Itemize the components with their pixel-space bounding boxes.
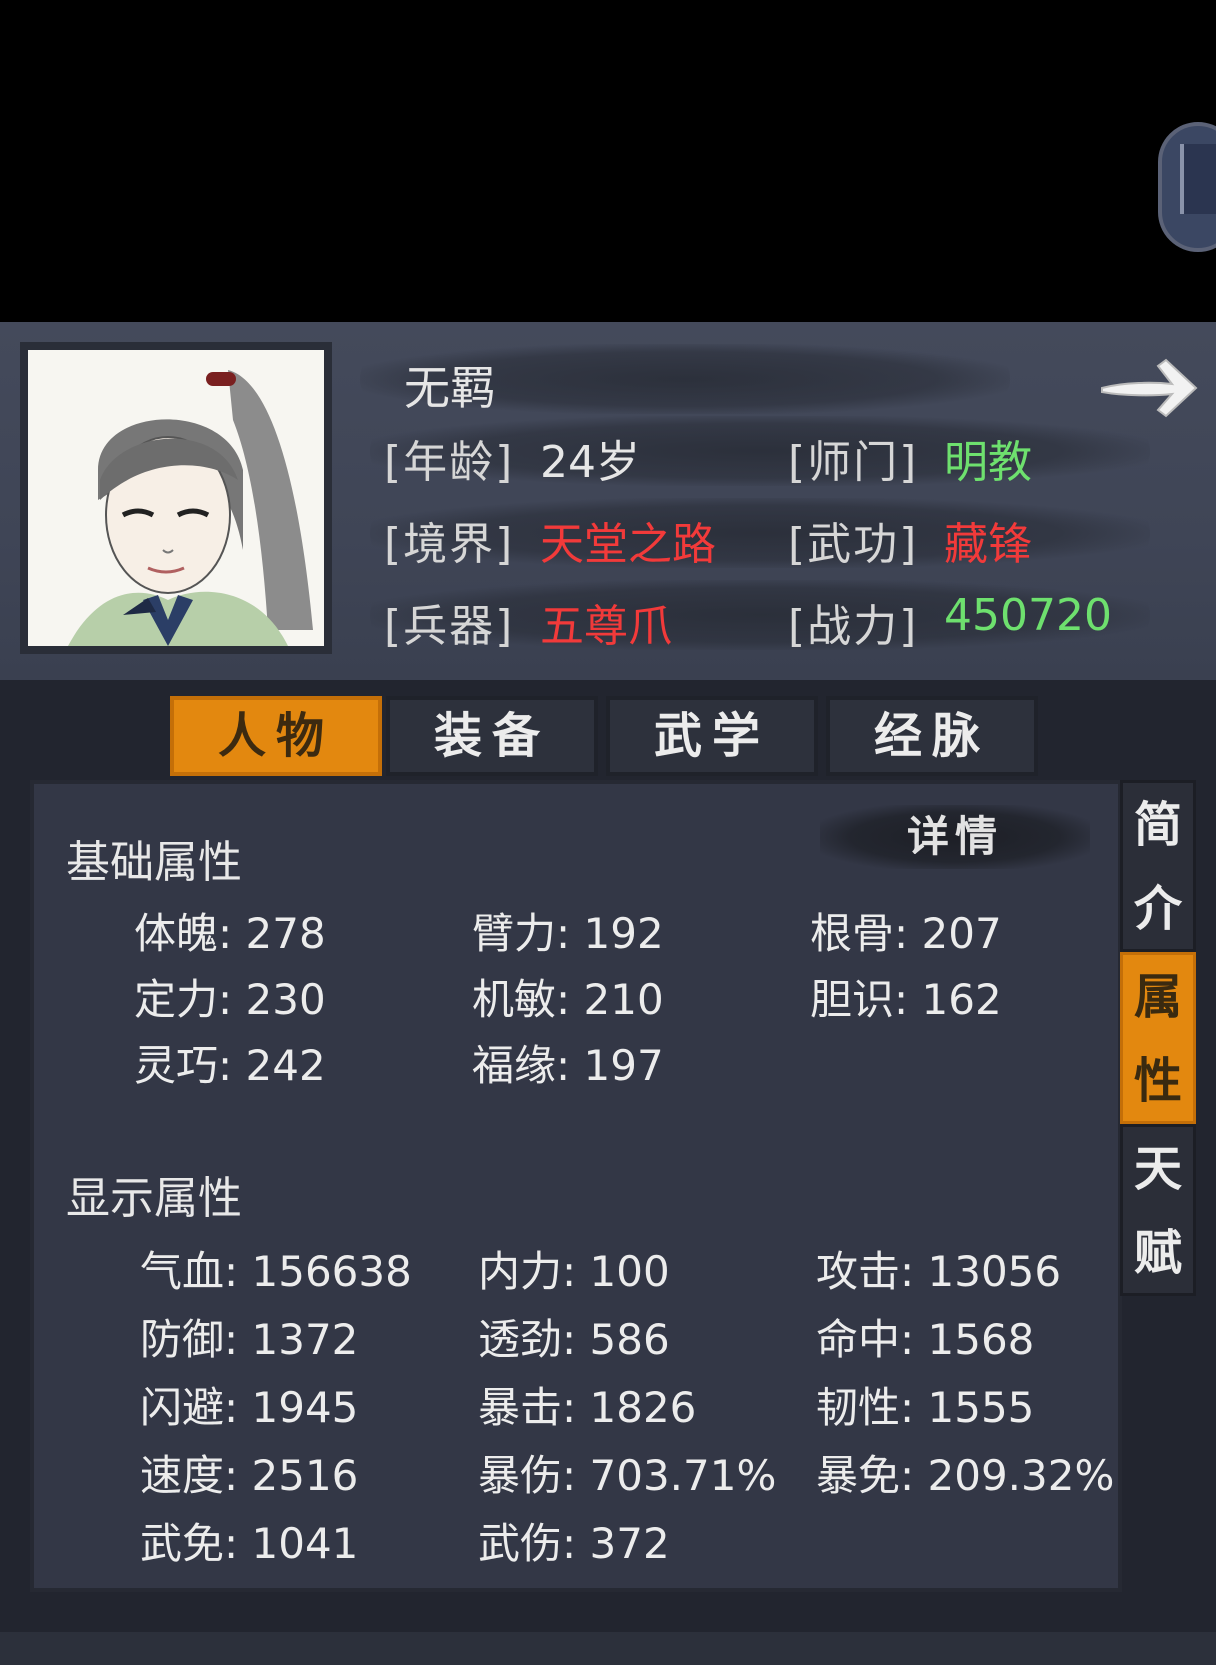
stat-gengu: 根骨: 207: [810, 909, 1002, 958]
stat-dingli: 定力: 230: [134, 975, 326, 1024]
stat-danshi: 胆识: 162: [810, 975, 1002, 1024]
basic-attributes-title: 基础属性: [66, 837, 242, 888]
stat-fuyuan: 福缘: 197: [472, 1041, 664, 1090]
stat-gongji: 攻击: 13056: [816, 1247, 1062, 1296]
side-tab-talent-char-2: 赋: [1133, 1225, 1182, 1281]
character-header-panel: 无羁 [年龄] 24岁 [师门] 明教 [境界] 天堂之路 [武功] 藏锋 [兵…: [0, 322, 1216, 680]
stat-mingzhong: 命中: 1568: [816, 1315, 1035, 1364]
display-attributes-title: 显示属性: [66, 1173, 242, 1224]
detail-button[interactable]: 详情: [820, 805, 1090, 869]
side-tab-attributes[interactable]: 属性: [1120, 952, 1196, 1124]
stat-jimin: 机敏: 210: [472, 975, 664, 1024]
stat-qixue: 气血: 156638: [140, 1247, 412, 1296]
stat-baoji: 暴击: 1826: [478, 1383, 697, 1432]
stat-bili: 臂力: 192: [472, 909, 664, 958]
stat-sudu: 速度: 2516: [140, 1451, 359, 1500]
age-value: 24岁: [540, 437, 640, 488]
power-label: [战力]: [788, 601, 919, 652]
tab-character[interactable]: 人物: [170, 696, 382, 776]
top-empty-area: [0, 0, 1216, 322]
stat-toujin: 透劲: 586: [478, 1315, 670, 1364]
side-tab-intro[interactable]: 简介: [1120, 780, 1196, 952]
martial-label: [武功]: [788, 519, 919, 570]
weapon-value: 五尊爪: [540, 601, 672, 652]
tab-meridians[interactable]: 经脉: [826, 696, 1038, 776]
stat-baomian: 暴免: 209.32%: [816, 1451, 1115, 1500]
tab-martial-arts[interactable]: 武学: [606, 696, 818, 776]
tab-equipment[interactable]: 装备: [386, 696, 598, 776]
sect-value: 明教: [944, 437, 1032, 488]
stat-baoshang: 暴伤: 703.71%: [478, 1451, 777, 1500]
corner-menu-icon[interactable]: [1158, 122, 1216, 252]
side-tab-talent-char-1: 天: [1133, 1141, 1182, 1197]
martial-value: 藏锋: [944, 519, 1032, 570]
realm-label: [境界]: [384, 519, 515, 570]
stat-wumian: 武免: 1041: [140, 1519, 359, 1568]
character-portrait: [28, 350, 324, 646]
stat-wushang: 武伤: 372: [478, 1519, 670, 1568]
power-value: 450720: [944, 590, 1112, 641]
stat-neili: 内力: 100: [478, 1247, 670, 1296]
stat-tipo: 体魄: 278: [134, 909, 326, 958]
stat-lingqiao: 灵巧: 242: [134, 1041, 326, 1090]
side-tab-attributes-char-1: 属: [1133, 969, 1182, 1025]
age-label: [年龄]: [384, 437, 515, 488]
side-tab-talent[interactable]: 天赋: [1120, 1124, 1196, 1296]
stat-fangyu: 防御: 1372: [140, 1315, 359, 1364]
stat-shanbi: 闪避: 1945: [140, 1383, 359, 1432]
side-tab-intro-char-1: 简: [1133, 797, 1182, 853]
weapon-label: [兵器]: [384, 601, 515, 652]
character-name: 无羁: [404, 361, 496, 415]
side-tab-intro-char-2: 介: [1133, 881, 1182, 937]
realm-value: 天堂之路: [540, 519, 716, 570]
portrait-illustration: [68, 370, 313, 646]
bottom-strip: [0, 1632, 1216, 1665]
portrait-frame: [20, 342, 332, 654]
sect-label: [师门]: [788, 437, 919, 488]
stat-renxing: 韧性: 1555: [816, 1383, 1035, 1432]
side-tab-attributes-char-2: 性: [1133, 1053, 1182, 1109]
